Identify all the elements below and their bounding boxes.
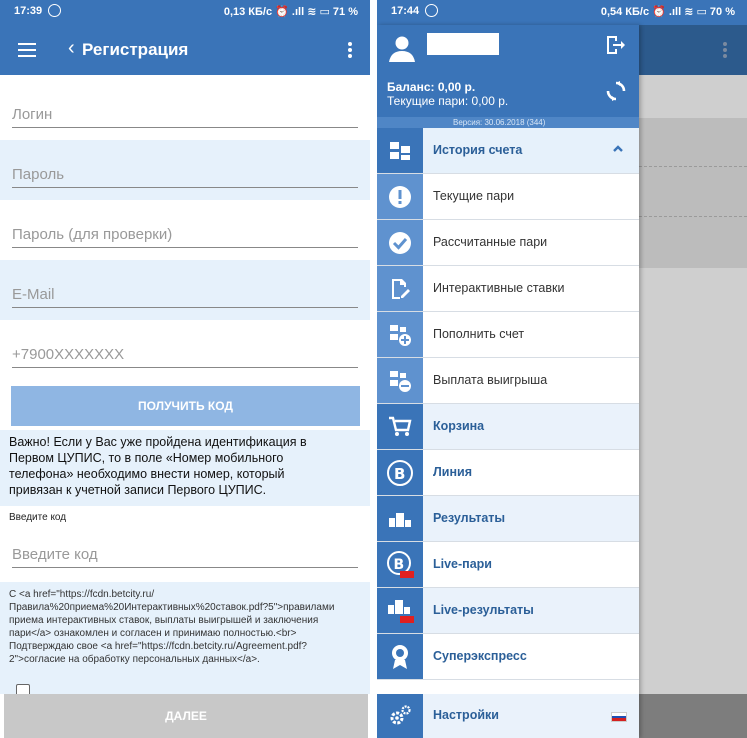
more-options-icon: [723, 42, 727, 58]
email-input[interactable]: [12, 282, 358, 308]
podium-live-icon: [377, 588, 423, 633]
status-bar: 17:44 0,54 КБ/с ⏰ .ıll ≋ ▭ 70 %: [377, 0, 747, 25]
phone-input[interactable]: [12, 342, 358, 368]
podium-icon: [377, 496, 423, 541]
menu-label: Настройки: [433, 708, 499, 722]
password-row: [0, 140, 370, 200]
menu-label: Линия: [433, 465, 472, 479]
version-text: Версия: 30.06.2018 (344): [453, 118, 546, 127]
password-confirm-input[interactable]: [12, 222, 358, 248]
phone-row: [0, 320, 370, 380]
drawer-screen: 17:44 0,54 КБ/с ⏰ .ıll ≋ ▭ 70 % Баланс: …: [377, 0, 747, 738]
username-redacted: [427, 33, 499, 55]
terms-text: С <a href="https://fcdn.betcity.ru/Прави…: [9, 589, 335, 665]
menu-item-live-results[interactable]: Live-результаты: [377, 588, 639, 634]
menu-item-interactive-bets[interactable]: Интерактивные ставки: [377, 266, 639, 312]
chevron-up-icon[interactable]: [613, 144, 623, 154]
menu-item-settings[interactable]: Настройки: [377, 694, 639, 738]
russian-flag-icon[interactable]: [611, 712, 627, 722]
email-row: [0, 260, 370, 320]
drawer-header: Баланс: 0,00 р. Текущие пари: 0,00 р. Ве…: [377, 25, 639, 128]
status-time: 17:44: [391, 5, 420, 17]
menu-item-settled-bets[interactable]: Рассчитанные пари: [377, 220, 639, 266]
menu-icon[interactable]: [18, 43, 36, 57]
menu-item-current-bets[interactable]: Текущие пари: [377, 174, 639, 220]
checkmark-icon: [377, 220, 423, 265]
current-bets-text: Текущие пари: 0,00 р.: [387, 94, 509, 108]
back-chevron-icon[interactable]: ‹: [68, 38, 75, 58]
edit-document-icon: [377, 266, 423, 311]
version-bar: Версия: 30.06.2018 (344): [377, 117, 639, 128]
menu-label: История счета: [433, 143, 523, 157]
svg-text:B: B: [394, 465, 405, 483]
menu-label: Результаты: [433, 511, 506, 525]
menu-item-line[interactable]: B Линия: [377, 450, 639, 496]
balance-text: Баланс: 0,00 р.: [387, 80, 476, 94]
app-bar: ‹ Регистрация: [0, 25, 370, 75]
login-row: [0, 80, 370, 140]
menu-item-history[interactable]: История счета: [377, 128, 639, 174]
page-title: Регистрация: [82, 40, 189, 59]
more-options-icon[interactable]: [348, 42, 352, 58]
svg-text:B: B: [394, 557, 405, 573]
menu-item-results[interactable]: Результаты: [377, 496, 639, 542]
menu-label: Текущие пари: [433, 189, 515, 203]
menu-label: Рассчитанные пари: [433, 235, 548, 249]
menu-item-superexpress[interactable]: Суперэкспресс: [377, 634, 639, 680]
terms-box: С <a href="https://fcdn.betcity.ru/Прави…: [0, 582, 370, 698]
menu-label: Пополнить счет: [433, 327, 525, 341]
scrim-bottom: [639, 694, 747, 738]
b-live-icon: B: [377, 542, 423, 587]
medal-icon: [377, 634, 423, 679]
status-time: 17:39: [14, 5, 43, 17]
password-input[interactable]: [12, 162, 358, 188]
menu-item-payout[interactable]: Выплата выигрыша: [377, 358, 639, 404]
next-button[interactable]: ДАЛЕЕ: [4, 694, 368, 738]
cart-icon: [377, 404, 423, 449]
exclamation-icon: [377, 174, 423, 219]
user-avatar-icon[interactable]: [387, 33, 417, 63]
refresh-icon[interactable]: [605, 80, 627, 102]
scrim-divider: [639, 166, 747, 167]
menu-label: Выплата выигрыша: [433, 373, 548, 387]
menu-label: Корзина: [433, 419, 485, 433]
warning-text: Важно! Если у Вас уже пройдена идентифик…: [9, 435, 307, 497]
registration-screen: 17:39 0,13 КБ/с ⏰ .ıll ≋ ▭ 71 % ‹ Регист…: [0, 0, 370, 738]
code-label: Введите код: [9, 512, 67, 523]
deposit-plus-icon: [377, 312, 423, 357]
scrim-divider: [639, 216, 747, 217]
login-input[interactable]: [12, 102, 358, 128]
scrim-band: [639, 118, 747, 268]
payout-minus-icon: [377, 358, 423, 403]
menu-item-live-bets[interactable]: B Live-пари: [377, 542, 639, 588]
menu-item-deposit[interactable]: Пополнить счет: [377, 312, 639, 358]
logout-icon[interactable]: [603, 33, 627, 57]
status-indicators: 0,13 КБ/с ⏰ .ıll ≋ ▭ 71 %: [223, 6, 358, 18]
b-logo-icon: B: [377, 450, 423, 495]
menu-item-cart[interactable]: Корзина: [377, 404, 639, 450]
whatsapp-icon: [48, 4, 61, 17]
whatsapp-icon: [425, 4, 438, 17]
gear-icon: [377, 694, 423, 738]
menu-label: Интерактивные ставки: [433, 281, 565, 295]
navigation-drawer: Баланс: 0,00 р. Текущие пари: 0,00 р. Ве…: [377, 25, 639, 738]
password-confirm-row: [0, 200, 370, 260]
menu-label: Live-результаты: [433, 603, 534, 617]
code-input[interactable]: [12, 542, 358, 568]
get-code-button[interactable]: ПОЛУЧИТЬ КОД: [11, 386, 360, 426]
warning-box: Важно! Если у Вас уже пройдена идентифик…: [0, 430, 370, 506]
status-bar: 17:39 0,13 КБ/с ⏰ .ıll ≋ ▭ 71 %: [0, 0, 370, 25]
menu-label: Live-пари: [433, 557, 492, 571]
menu-label: Суперэкспресс: [433, 649, 527, 663]
status-indicators: 0,54 КБ/с ⏰ .ıll ≋ ▭ 70 %: [600, 6, 735, 18]
history-icon: [377, 128, 423, 173]
